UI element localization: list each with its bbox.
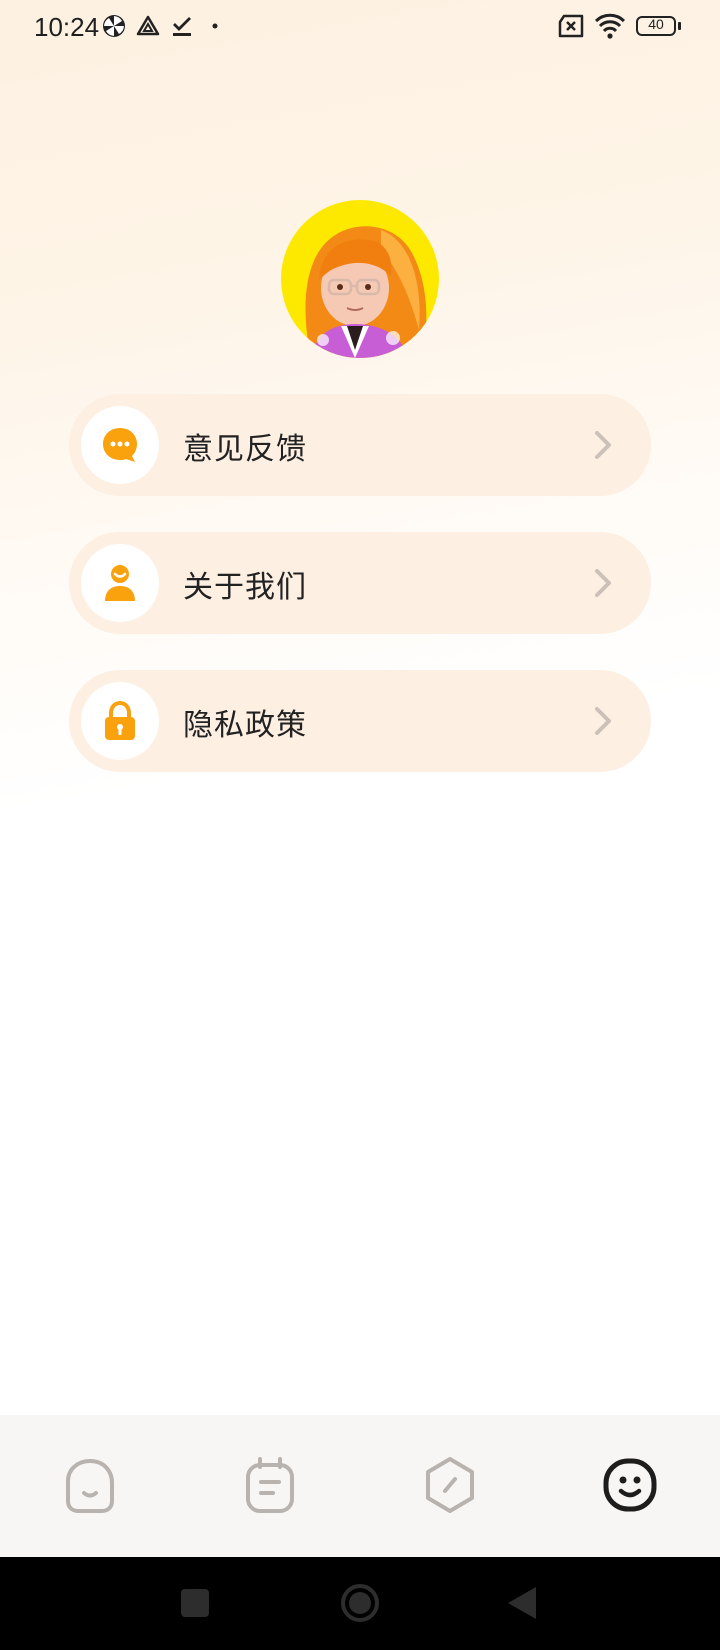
tab-smiley-icon[interactable] [600, 1455, 660, 1515]
status-bar: 10:24 40 [0, 0, 720, 56]
cartoon-girl-avatar [305, 226, 427, 358]
wifi-icon [594, 13, 626, 39]
menu-item-privacy-policy[interactable]: 隐私政策 [69, 670, 651, 772]
person-icon [105, 565, 135, 601]
recents-square-icon[interactable] [180, 1588, 210, 1618]
menu-item-label: 关于我们 [183, 570, 307, 605]
chevron-right-icon [595, 569, 611, 597]
tab-home-face-icon[interactable] [60, 1455, 120, 1515]
chat-bubble-icon [103, 428, 137, 462]
chevron-right-icon [595, 431, 611, 459]
task-check-icon [173, 17, 191, 36]
home-circle-icon[interactable] [340, 1583, 380, 1623]
system-nav-bar [0, 1557, 720, 1650]
chevron-right-icon [595, 707, 611, 735]
menu-item-about-us[interactable]: 关于我们 [69, 532, 651, 634]
menu-item-label: 意见反馈 [183, 432, 307, 467]
menu-icon-bg [81, 406, 159, 484]
back-triangle-icon[interactable] [506, 1585, 538, 1621]
avatar[interactable] [281, 200, 439, 358]
no-sim-icon [558, 14, 584, 38]
dot-icon [212, 23, 218, 29]
lock-icon [105, 701, 135, 740]
menu-icon-bg [81, 682, 159, 760]
battery-icon: 40 [636, 16, 681, 36]
menu-icon-bg [81, 544, 159, 622]
tab-notes-icon[interactable] [240, 1455, 300, 1515]
status-time: 10:24 [34, 12, 100, 42]
bottom-tab-bar [0, 1415, 720, 1557]
tab-compass-icon[interactable] [420, 1455, 480, 1515]
drive-icon [136, 15, 160, 36]
menu-item-label: 隐私政策 [183, 708, 307, 743]
pinwheel-icon [103, 15, 125, 37]
battery-level: 40 [648, 16, 664, 32]
menu-item-feedback[interactable]: 意见反馈 [69, 394, 651, 496]
